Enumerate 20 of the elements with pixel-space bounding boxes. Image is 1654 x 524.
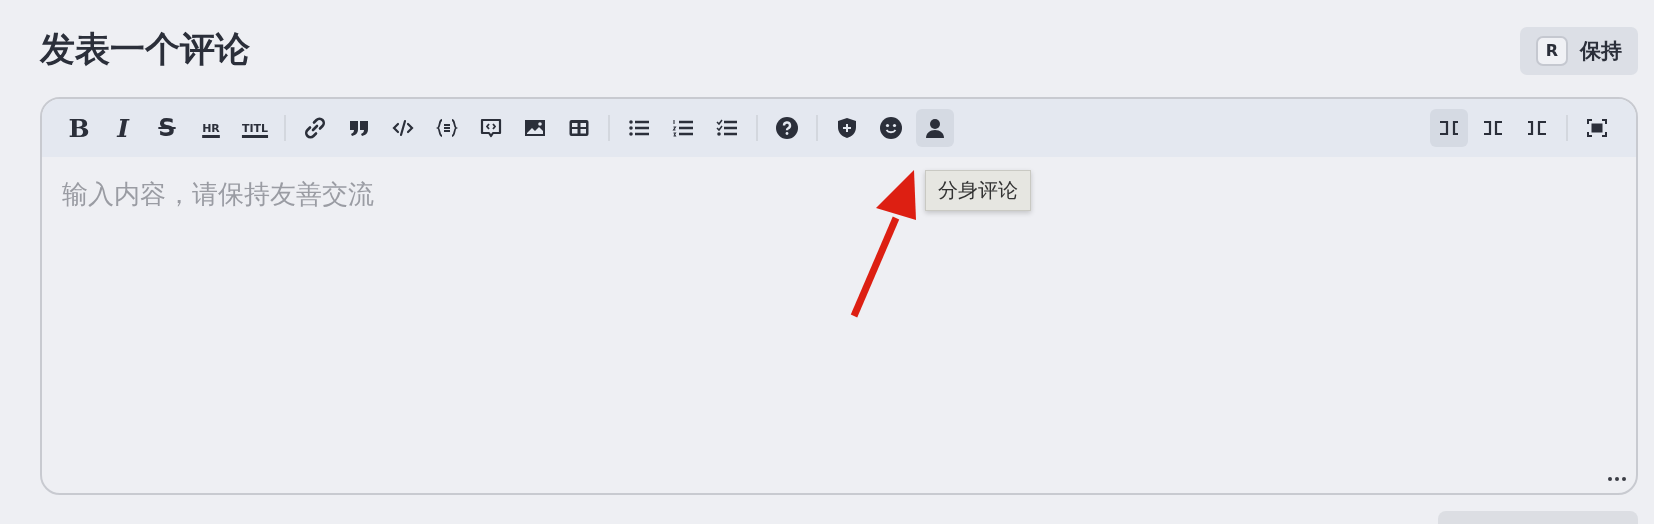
page-title: 发表一个评论 <box>40 28 250 71</box>
person-icon <box>923 116 947 140</box>
comment-code-icon <box>479 116 503 140</box>
keep-button[interactable]: R 保持 <box>1520 26 1638 75</box>
help-icon <box>775 116 799 140</box>
smiley-icon <box>879 116 903 140</box>
tooltip: 分身评论 <box>925 170 1031 211</box>
heading-button[interactable]: TITL <box>236 109 274 147</box>
shield-icon <box>835 116 859 140</box>
key-badge: R <box>1536 35 1568 66</box>
fullscreen-icon <box>1585 116 1609 140</box>
person-button[interactable] <box>916 109 954 147</box>
align-left-button[interactable] <box>1430 109 1468 147</box>
strikethrough-button[interactable]: S <box>148 109 186 147</box>
italic-button[interactable]: I <box>104 109 142 147</box>
link-icon <box>303 116 327 140</box>
bold-button[interactable]: B <box>60 109 98 147</box>
heading-button[interactable]: HR <box>192 109 230 147</box>
more-icon <box>1608 477 1626 481</box>
code-block-icon <box>435 116 459 140</box>
